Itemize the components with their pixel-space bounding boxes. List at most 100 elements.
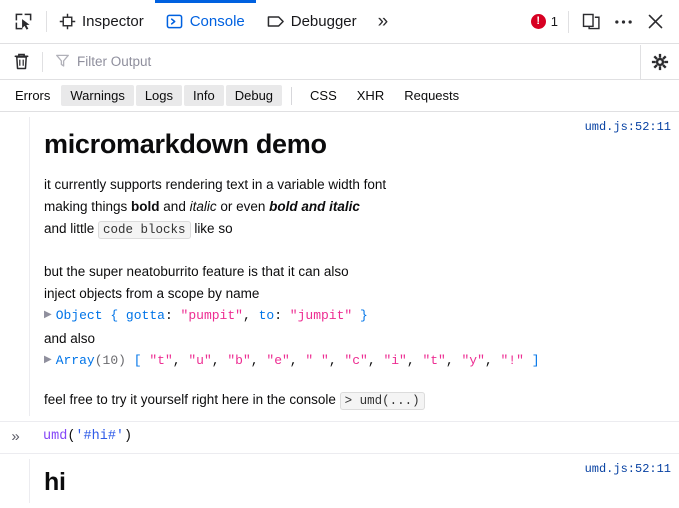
console-filter-bar: Errors Warnings Logs Info Debug CSS XHR … (0, 80, 679, 112)
array-item-5: "c" (344, 353, 368, 368)
para2-bold: bold (131, 199, 160, 214)
filter-logs[interactable]: Logs (135, 85, 183, 106)
funnel-icon (55, 53, 70, 71)
para2-pre: making things (44, 199, 132, 214)
console-input[interactable]: umd('#hi#') (29, 428, 679, 446)
tab-inspector-label: Inspector (82, 13, 144, 30)
object-sep-0: : (164, 308, 181, 323)
array-preview-row[interactable]: ▶ Array(10) [ "t", "u", "b", "e", " ", "… (44, 351, 669, 371)
filter-info[interactable]: Info (184, 85, 224, 106)
object-value-1: "jumpit" (289, 308, 353, 323)
array-comma-4: , (328, 353, 345, 368)
filter-input[interactable]: Filter Output (77, 54, 151, 69)
object-close-brace: } (352, 308, 368, 323)
array-item-2: "b" (227, 353, 251, 368)
array-comma-8: , (484, 353, 501, 368)
tab-debugger[interactable]: Debugger (256, 0, 368, 43)
array-open-bracket: [ (125, 353, 150, 368)
object-comma-0: , (242, 308, 259, 323)
devtools-tab-list: Inspector Console Debugger » (0, 0, 523, 43)
console-input-row[interactable]: » umd('#hi#') (0, 422, 679, 454)
filter-xhr[interactable]: XHR (348, 85, 393, 106)
clear-console-button[interactable] (0, 52, 42, 71)
para2-italic: italic (189, 199, 217, 214)
tab-debugger-label: Debugger (290, 13, 357, 30)
error-count-label: 1 (550, 14, 558, 29)
markdown-heading: micromarkdown demo (44, 129, 327, 159)
devtools-meatball-menu-button[interactable] (607, 6, 639, 38)
inline-code-block: code blocks (98, 221, 191, 239)
close-icon (648, 14, 662, 29)
input-argument: '#hi#' (75, 429, 125, 444)
tab-console[interactable]: Console (154, 0, 256, 43)
tab-overflow-button[interactable]: » (368, 0, 397, 43)
message-bottom-spacer (44, 412, 669, 416)
markdown-paragraph-3: and little code blocks like so (44, 218, 669, 241)
object-open-brace: { (102, 308, 126, 323)
markdown-paragraph-4: but the super neatoburrito feature is th… (44, 264, 349, 279)
array-comma-7: , (445, 353, 462, 368)
markdown-heading-result: hi (44, 468, 66, 496)
array-preview: Array(10) [ "t", "u", "b", "e", " ", "c"… (56, 351, 540, 371)
array-item-8: "y" (461, 353, 485, 368)
filter-css[interactable]: CSS (301, 85, 346, 106)
devtools-toolbar: Inspector Console Debugger » ! 1 (0, 0, 679, 44)
para3-pre: and little (44, 221, 99, 236)
expand-arrow-icon[interactable]: ▶ (44, 306, 52, 325)
meatball-menu-icon (614, 19, 632, 24)
object-preview: Object { gotta: "pumpit", to: "jumpit" } (56, 306, 368, 326)
element-picker-button[interactable] (0, 0, 46, 43)
object-preview-row[interactable]: ▶ Object { gotta: "pumpit", to: "jumpit"… (44, 306, 669, 326)
responsive-design-mode-button[interactable] (575, 6, 607, 38)
filter-errors[interactable]: Errors (6, 85, 59, 106)
para2-bold-italic: bold and italic (269, 199, 360, 214)
object-key-1: to (258, 308, 275, 323)
message-gutter (0, 117, 30, 416)
filter-requests[interactable]: Requests (395, 85, 468, 106)
array-comma-5: , (367, 353, 384, 368)
array-item-1: "u" (188, 353, 212, 368)
input-prompt-icon: » (11, 428, 19, 445)
array-type-label: Array (55, 353, 95, 368)
array-length-label: (10) (94, 353, 126, 368)
filter-bar-divider (291, 86, 293, 105)
array-comma-0: , (172, 353, 189, 368)
message-body: umd.js:52:11 hi (30, 459, 679, 503)
tab-inspector[interactable]: Inspector (47, 0, 155, 43)
source-link[interactable]: umd.js:52:11 (585, 462, 671, 476)
console-icon (166, 13, 184, 31)
array-item-3: "e" (266, 353, 290, 368)
filter-warnings[interactable]: Warnings (61, 85, 134, 106)
console-settings-button[interactable] (640, 44, 679, 79)
gear-icon (651, 53, 669, 70)
para2-mid2: or even (216, 199, 270, 214)
para2-mid1: and (159, 199, 190, 214)
toolbar-divider-right (568, 10, 569, 33)
para3-post: like so (190, 221, 233, 236)
close-devtools-button[interactable] (639, 6, 671, 38)
console-message-result: umd.js:52:11 hi (0, 454, 679, 508)
element-picker-icon (15, 13, 31, 30)
inspector-icon (58, 13, 76, 31)
error-count-badge[interactable]: ! 1 (523, 14, 566, 29)
array-item-0: "t" (149, 353, 173, 368)
error-icon: ! (530, 14, 546, 29)
responsive-design-mode-icon (582, 13, 600, 30)
message-gutter (0, 459, 30, 503)
expand-arrow-icon[interactable]: ▶ (44, 351, 52, 370)
filter-debug[interactable]: Debug (225, 85, 283, 106)
markdown-paragraph-5: inject objects from a scope by name (44, 286, 260, 301)
trash-icon (14, 53, 28, 70)
debugger-icon (267, 13, 285, 31)
array-item-6: "i" (383, 353, 407, 368)
console-message: umd.js:52:11 micromarkdown demo it curre… (0, 112, 679, 422)
source-link[interactable]: umd.js:52:11 (585, 120, 671, 134)
markdown-paragraph-7: feel free to try it yourself right here … (44, 389, 669, 412)
array-items: "t", "u", "b", "e", " ", "c", "i", "t", … (149, 353, 524, 368)
array-comma-6: , (406, 353, 423, 368)
object-type-label: Object (55, 308, 103, 323)
filter-input-container[interactable]: Filter Output (43, 53, 640, 71)
markdown-paragraph-1: it currently supports rendering text in … (44, 177, 387, 192)
array-comma-3: , (289, 353, 306, 368)
